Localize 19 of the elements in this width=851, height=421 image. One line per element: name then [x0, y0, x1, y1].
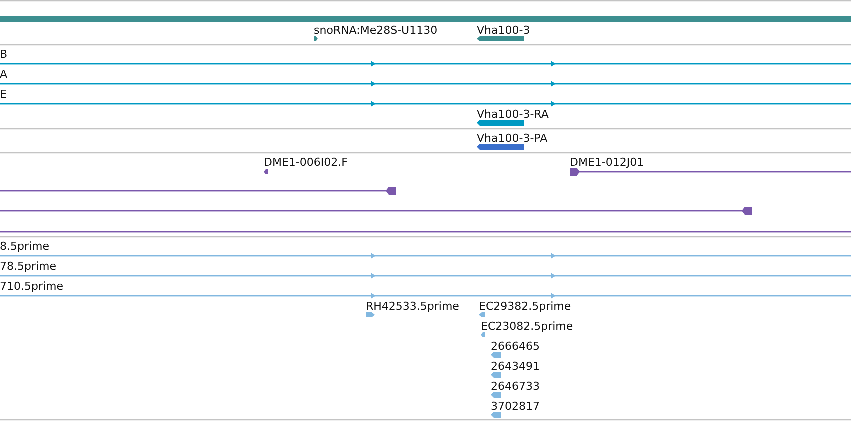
feature-label: A — [0, 68, 8, 81]
feature-label: 8.5prime — [0, 240, 50, 253]
feature-label: 78.5prime — [0, 260, 57, 273]
feature-label: DME1-006I02.F — [264, 156, 348, 169]
feature-label: snoRNA:Me28S-U1130 — [314, 24, 438, 37]
feature-label: 3702817 — [491, 400, 540, 413]
feature-label: Vha100-3-PA — [477, 132, 548, 145]
feature-label: 2666465 — [491, 340, 540, 353]
feature-label: RH42533.5prime — [366, 300, 460, 313]
feature-label: Vha100-3 — [477, 24, 530, 37]
feature-label: 2643491 — [491, 360, 540, 373]
feature-label: E — [0, 88, 7, 101]
feature-label: 710.5prime — [0, 280, 64, 293]
feature-label: 2646733 — [491, 380, 540, 393]
feature-label: B — [0, 48, 8, 61]
feature-label: DME1-012J01 — [570, 156, 644, 169]
feature-label: Vha100-3-RA — [477, 108, 549, 121]
feature-label: EC23082.5prime — [481, 320, 574, 333]
feature-label: EC29382.5prime — [479, 300, 572, 313]
